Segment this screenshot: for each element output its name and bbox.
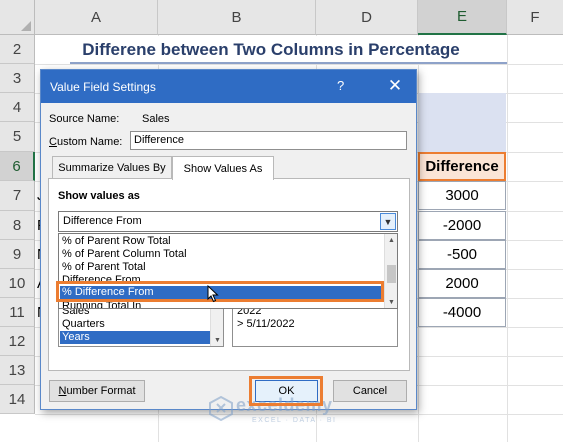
row-header-8[interactable]: 8	[0, 211, 35, 240]
list-item[interactable]: Quarters	[62, 318, 212, 331]
row-header-11[interactable]: 11	[0, 298, 35, 327]
scroll-up-icon[interactable]: ▲	[385, 234, 397, 246]
dropdown-option[interactable]: % of Parent Row Total	[62, 235, 171, 248]
scroll-thumb[interactable]	[387, 265, 396, 283]
gridline	[35, 64, 563, 65]
number-format-label: umber Format	[66, 385, 136, 397]
difference-cell[interactable]: 2000	[418, 269, 506, 298]
dropdown-option[interactable]: % of Parent Column Total	[62, 248, 187, 261]
chevron-down-icon[interactable]: ▼	[380, 213, 396, 230]
dropdown-option[interactable]: % of Parent Total	[62, 261, 146, 274]
list-item[interactable]: Years	[60, 331, 210, 344]
column-header-d[interactable]: D	[316, 0, 418, 35]
difference-cell[interactable]: -2000	[418, 211, 506, 240]
highlight-box	[56, 281, 384, 302]
source-name-value: Sales	[142, 113, 170, 125]
pivot-band	[418, 122, 506, 152]
row-header-7[interactable]: 7	[0, 181, 35, 211]
column-header-f[interactable]: F	[507, 0, 563, 35]
number-format-accesskey: N	[58, 385, 67, 397]
custom-name-accesskey: C	[49, 136, 57, 148]
column-header-b[interactable]: B	[158, 0, 316, 35]
scrollbar[interactable]: ▲ ▼	[384, 234, 397, 308]
watermark-tagline: EXCEL · DATA · BI	[252, 417, 337, 424]
source-name-label: Source Name:	[49, 113, 120, 125]
row-header-14[interactable]: 14	[0, 385, 35, 414]
column-header-a[interactable]: A	[35, 0, 158, 35]
scroll-down-icon[interactable]: ▼	[211, 334, 223, 346]
dialog-titlebar[interactable]: Value Field Settings ? ✕	[41, 70, 416, 103]
tab-summarize-values-by[interactable]: Summarize Values By	[52, 156, 172, 178]
row-header-3[interactable]: 3	[0, 64, 35, 93]
row-header-10[interactable]: 10	[0, 269, 35, 298]
select-all-corner[interactable]	[0, 0, 35, 35]
show-values-as-label: Show values as	[58, 190, 140, 202]
show-values-as-value: Difference From	[63, 215, 142, 227]
custom-name-label-rest: ustom Name:	[56, 136, 123, 148]
mouse-cursor-icon	[207, 285, 219, 303]
difference-cell[interactable]: -500	[418, 240, 506, 269]
row-header-4[interactable]: 4	[0, 93, 35, 122]
highlight-box	[249, 376, 323, 406]
show-values-as-select[interactable]: Difference From ▼	[58, 211, 398, 232]
row-header-9[interactable]: 9	[0, 240, 35, 269]
close-icon[interactable]: ✕	[379, 74, 411, 98]
difference-cell[interactable]: -4000	[418, 298, 506, 327]
row-header-12[interactable]: 12	[0, 327, 35, 356]
custom-name-input[interactable]: Difference	[130, 131, 407, 150]
dialog-title: Value Field Settings	[50, 80, 156, 94]
row-header-6[interactable]: 6	[0, 152, 35, 181]
gridline	[507, 35, 508, 442]
column-header-e[interactable]: E	[418, 0, 507, 35]
number-format-button[interactable]: Number Format	[49, 380, 145, 402]
sheet-title[interactable]: Differene between Two Columns in Percent…	[35, 36, 507, 64]
scroll-down-icon[interactable]: ▼	[385, 296, 397, 308]
custom-name-label: Custom Name:	[49, 136, 122, 148]
difference-header-cell[interactable]: Difference	[418, 152, 506, 181]
value-field-settings-dialog: Value Field Settings ? ✕ Source Name: Sa…	[40, 69, 417, 410]
tab-show-values-as[interactable]: Show Values As	[172, 156, 274, 180]
row-header-13[interactable]: 13	[0, 356, 35, 385]
exceldemy-logo-icon	[209, 395, 233, 421]
help-icon[interactable]: ?	[337, 78, 344, 93]
title-underline	[70, 62, 507, 64]
list-item[interactable]: > 5/11/2022	[237, 318, 295, 331]
pivot-band	[418, 93, 506, 122]
row-header-5[interactable]: 5	[0, 122, 35, 152]
difference-cell[interactable]: 3000	[418, 181, 506, 210]
row-header-2[interactable]: 2	[0, 35, 35, 64]
